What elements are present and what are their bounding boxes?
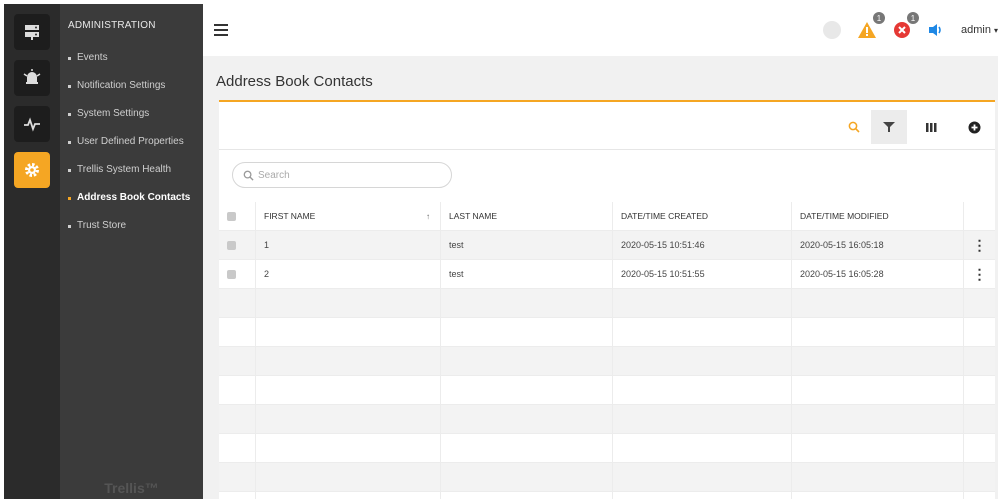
- subnav-item-address-book-contacts[interactable]: Address Book Contacts: [68, 192, 200, 206]
- empty-row: [219, 405, 995, 434]
- subnav-item-trust-store[interactable]: Trust Store: [68, 220, 200, 234]
- table-toolbar: [219, 102, 995, 150]
- column-header-date-modified[interactable]: DATE/TIME MODIFIED: [792, 202, 964, 230]
- row-actions-kebab-icon[interactable]: ⋮: [964, 231, 995, 259]
- error-icon[interactable]: 1: [893, 12, 920, 39]
- cell-first-name: 1: [256, 231, 441, 259]
- row-actions-kebab-icon[interactable]: ⋮: [964, 260, 995, 288]
- pulse-icon[interactable]: [14, 106, 50, 142]
- cell-last-name: test: [441, 260, 613, 288]
- user-menu[interactable]: admin ▾: [961, 24, 998, 36]
- column-header-first-name[interactable]: FIRST NAME ↑: [256, 202, 441, 230]
- chevron-down-icon: ▾: [993, 25, 998, 35]
- empty-row: [219, 289, 995, 318]
- columns-icon[interactable]: [913, 110, 949, 144]
- icon-rail: [4, 4, 60, 499]
- status-indicator-icon[interactable]: [823, 21, 842, 39]
- empty-row: [219, 434, 995, 463]
- cell-first-name: 2: [256, 260, 441, 288]
- empty-row: [219, 347, 995, 376]
- admin-subnav: ADMINISTRATION Events Notification Setti…: [60, 4, 203, 499]
- subnav-item-trellis-system-health[interactable]: Trellis System Health: [68, 164, 200, 178]
- cell-last-name: test: [441, 231, 613, 259]
- warning-count-badge: 1: [873, 12, 886, 24]
- search-icon: [243, 170, 254, 181]
- add-contact-icon[interactable]: [956, 110, 992, 144]
- empty-row: [219, 318, 995, 347]
- empty-row: [219, 492, 995, 499]
- subnav-item-notification-settings[interactable]: Notification Settings: [68, 80, 200, 94]
- menu-icon[interactable]: [214, 24, 228, 36]
- page-title: Address Book Contacts: [216, 73, 373, 90]
- subnav-title: ADMINISTRATION: [68, 20, 156, 31]
- user-name: admin: [961, 24, 991, 36]
- app-window: ADMINISTRATION Events Notification Setti…: [4, 4, 998, 499]
- alarm-icon[interactable]: [14, 60, 50, 96]
- column-header-date-created[interactable]: DATE/TIME CREATED: [613, 202, 792, 230]
- row-checkbox[interactable]: [219, 231, 256, 259]
- search-input[interactable]: [258, 169, 438, 181]
- table-header: FIRST NAME ↑ LAST NAME DATE/TIME CREATED…: [219, 202, 995, 231]
- cell-date-created: 2020-05-15 10:51:46: [613, 231, 792, 259]
- subnav-item-user-defined-properties[interactable]: User Defined Properties: [68, 136, 200, 150]
- search-icon[interactable]: [836, 110, 872, 144]
- empty-row: [219, 463, 995, 492]
- cell-date-created: 2020-05-15 10:51:55: [613, 260, 792, 288]
- select-all-checkbox[interactable]: [219, 202, 256, 230]
- row-checkbox[interactable]: [219, 260, 256, 288]
- sound-icon[interactable]: [927, 22, 945, 38]
- subnav-item-system-settings[interactable]: System Settings: [68, 108, 200, 122]
- table-row[interactable]: 1 test 2020-05-15 10:51:46 2020-05-15 16…: [219, 231, 995, 260]
- filter-icon[interactable]: [871, 110, 907, 144]
- contacts-card: FIRST NAME ↑ LAST NAME DATE/TIME CREATED…: [219, 100, 995, 499]
- cell-date-modified: 2020-05-15 16:05:28: [792, 260, 964, 288]
- table-row[interactable]: 2 test 2020-05-15 10:51:55 2020-05-15 16…: [219, 260, 995, 289]
- empty-row: [219, 376, 995, 405]
- gear-icon[interactable]: [14, 152, 50, 188]
- brand-logo: Trellis™: [104, 480, 159, 496]
- top-bar: 1 1 admin ▾: [203, 4, 998, 56]
- subnav-item-events[interactable]: Events: [68, 52, 200, 66]
- column-header-last-name[interactable]: LAST NAME: [441, 202, 613, 230]
- sort-asc-icon: ↑: [426, 211, 430, 221]
- error-count-badge: 1: [907, 12, 920, 24]
- search-field[interactable]: [232, 162, 452, 188]
- warning-icon[interactable]: 1: [857, 12, 886, 39]
- server-icon[interactable]: [14, 14, 50, 50]
- column-header-actions: [964, 202, 995, 230]
- contacts-table: FIRST NAME ↑ LAST NAME DATE/TIME CREATED…: [219, 202, 995, 499]
- cell-date-modified: 2020-05-15 16:05:18: [792, 231, 964, 259]
